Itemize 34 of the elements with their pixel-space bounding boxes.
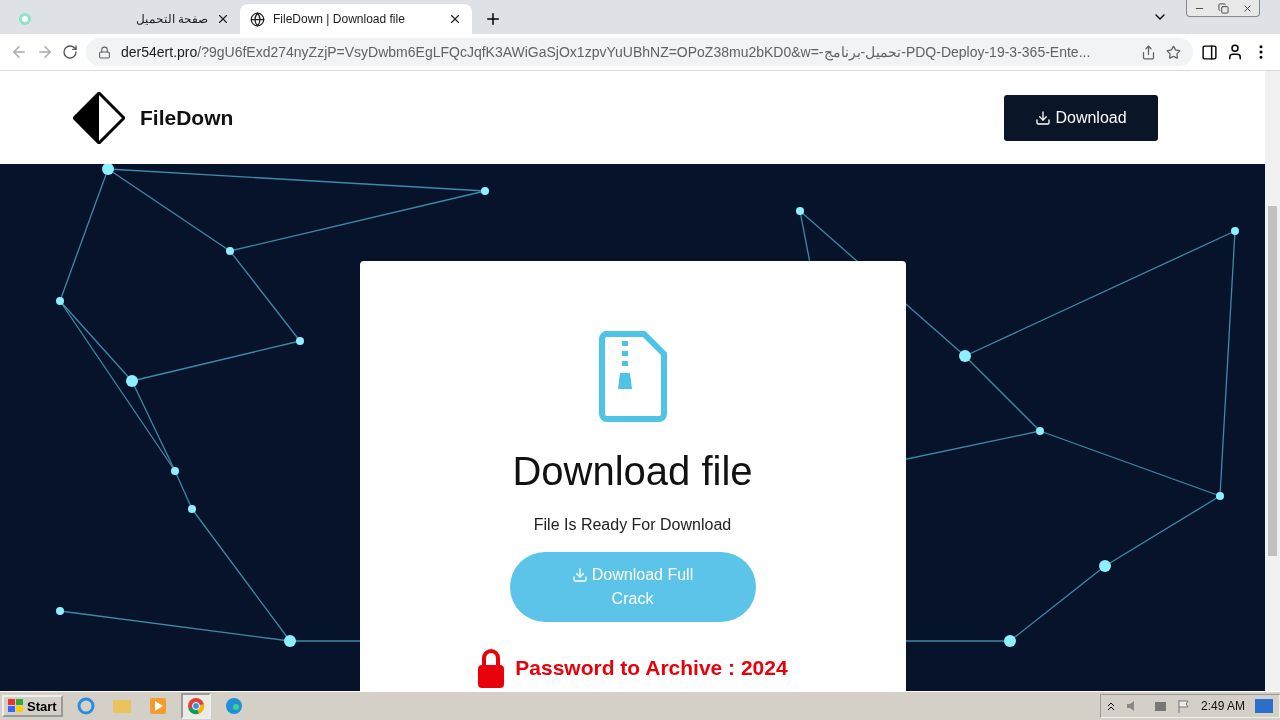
browser-tab[interactable]: FileDown | Download file — [240, 4, 472, 34]
start-button[interactable]: Start — [2, 695, 63, 717]
logo-text: FileDown — [140, 105, 234, 130]
chevron-up-icon[interactable] — [1106, 701, 1115, 711]
globe-icon — [250, 11, 265, 27]
close-icon[interactable] — [448, 12, 462, 26]
profile-icon[interactable] — [1226, 43, 1244, 61]
zip-file-icon — [597, 331, 668, 423]
side-panel-icon[interactable] — [1201, 43, 1218, 61]
new-tab-icon[interactable] — [484, 10, 502, 28]
flag-icon[interactable] — [1176, 699, 1191, 713]
browser-tab[interactable]: صفحة التحميل — [8, 4, 240, 34]
clock[interactable]: 2:49 AM — [1200, 699, 1245, 713]
scrollbar[interactable] — [1265, 71, 1280, 691]
download-icon — [1035, 109, 1052, 126]
close-icon[interactable] — [216, 12, 230, 26]
windows-logo-icon — [8, 699, 24, 713]
download-icon — [571, 567, 588, 583]
download-button[interactable]: Download — [1004, 94, 1158, 141]
chrome-icon[interactable] — [180, 693, 211, 719]
share-icon[interactable] — [1141, 44, 1156, 60]
logo-icon — [73, 91, 125, 144]
lock-icon — [477, 648, 506, 688]
card-title: Download file — [512, 449, 753, 494]
bookmark-icon[interactable] — [1166, 44, 1181, 60]
card-subtitle: File Is Ready For Download — [533, 516, 732, 534]
password-text: Password to Archive : 2024 — [515, 656, 788, 680]
tab-title: FileDown | Download file — [273, 12, 406, 26]
lock-icon — [98, 45, 111, 59]
tab-title: صفحة التحميل — [134, 12, 208, 26]
forward-icon[interactable] — [36, 43, 54, 61]
reload-icon[interactable] — [62, 44, 78, 60]
site-icon — [18, 12, 32, 26]
back-icon[interactable] — [10, 43, 28, 61]
